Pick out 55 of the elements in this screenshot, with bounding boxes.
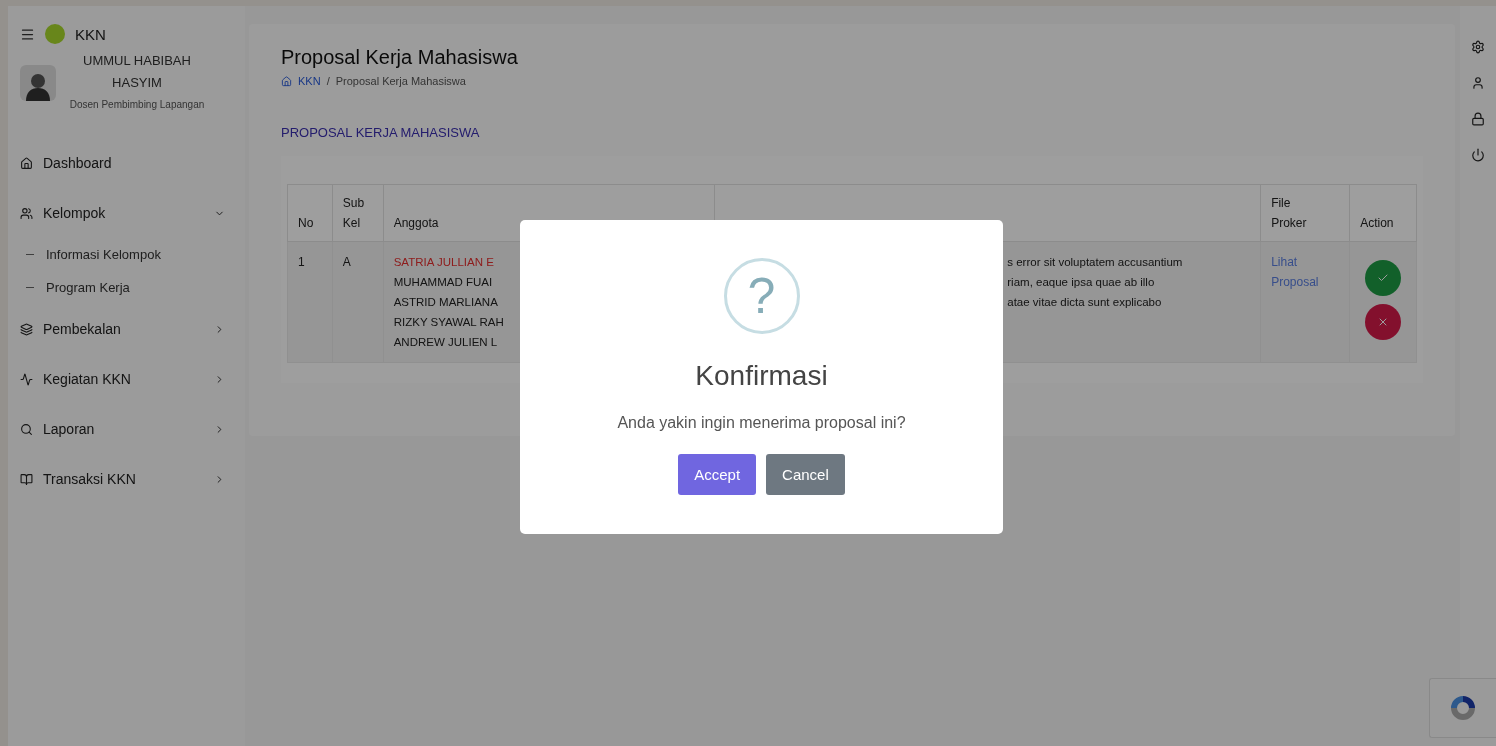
accept-button[interactable]: [1365, 260, 1402, 296]
cancel-button[interactable]: Cancel: [766, 454, 845, 495]
dash-icon: [26, 287, 34, 288]
menu-icon[interactable]: [20, 26, 35, 42]
user-role: Dosen Pembimbing Lapangan: [69, 98, 205, 112]
description-text: riam, eaque ipsa quae ab illo: [1007, 275, 1155, 290]
member-name: RIZKY SYAWAL RAH: [393, 315, 505, 330]
nav-item[interactable]: Laporan: [20, 404, 225, 454]
table-cell: 1: [287, 241, 333, 363]
nav-icon: [20, 322, 33, 336]
question-icon: ?: [723, 258, 800, 334]
member-name: SATRIA JULLIAN E: [393, 255, 495, 270]
column-header: File Proker: [1260, 184, 1350, 242]
member-name: ASTRID MARLIANA: [393, 295, 499, 310]
lock-icon[interactable]: [1471, 112, 1485, 126]
description-text: atae vitae dicta sunt explicabo: [1007, 295, 1162, 310]
column-header: No: [287, 184, 333, 242]
dash-icon: [26, 254, 34, 255]
accept-button[interactable]: Accept: [678, 454, 757, 495]
nav-icon: [20, 372, 33, 386]
nav-icon: [20, 472, 33, 486]
nav-icon: [20, 422, 33, 436]
user-name: UMMUL HABIBAH HASYIM: [82, 52, 192, 92]
reject-button[interactable]: [1365, 304, 1402, 340]
nav-icon: [20, 156, 33, 170]
table-cell: A: [332, 241, 384, 363]
breadcrumb-separator: /: [326, 75, 330, 87]
nav-icon: [20, 206, 33, 220]
settings-icon[interactable]: [1471, 40, 1485, 54]
submenu-item[interactable]: Program Kerja: [26, 271, 245, 304]
column-header: Sub Kel: [332, 184, 384, 242]
dialog-title: Konfirmasi: [695, 360, 828, 392]
column-header: Action: [1349, 184, 1417, 242]
description-text: s error sit voluptatem accusantium: [1007, 255, 1183, 270]
breadcrumb-link[interactable]: KKN: [298, 75, 321, 87]
check-icon: [1377, 272, 1390, 284]
breadcrumb-current: Proposal Kerja Mahasiswa: [335, 75, 466, 87]
dialog-message: Anda yakin ingin menerima proposal ini?: [617, 414, 906, 432]
nav-item[interactable]: Transaksi KKN: [20, 454, 225, 504]
home-icon: [281, 75, 292, 87]
nav-item[interactable]: Pembekalan: [20, 304, 225, 354]
member-name: ANDREW JULIEN L: [393, 335, 499, 350]
nav-item[interactable]: Kelompok: [20, 188, 225, 238]
nav-item[interactable]: Dashboard: [20, 138, 225, 188]
user-icon[interactable]: [1471, 76, 1485, 90]
nav-item[interactable]: Kegiatan KKN: [20, 354, 225, 404]
member-name: MUHAMMAD FUAI: [393, 275, 494, 290]
power-icon[interactable]: [1471, 148, 1485, 162]
section-title: PROPOSAL KERJA MAHASISWA: [281, 125, 481, 140]
avatar-silhouette: [20, 65, 56, 101]
logo-icon: [45, 24, 65, 44]
brand-name: KKN: [75, 25, 106, 43]
page-title: Proposal Kerja Mahasiswa: [281, 46, 519, 69]
submenu-item[interactable]: Informasi Kelompok: [26, 238, 245, 271]
captcha-icon: [1448, 693, 1478, 723]
